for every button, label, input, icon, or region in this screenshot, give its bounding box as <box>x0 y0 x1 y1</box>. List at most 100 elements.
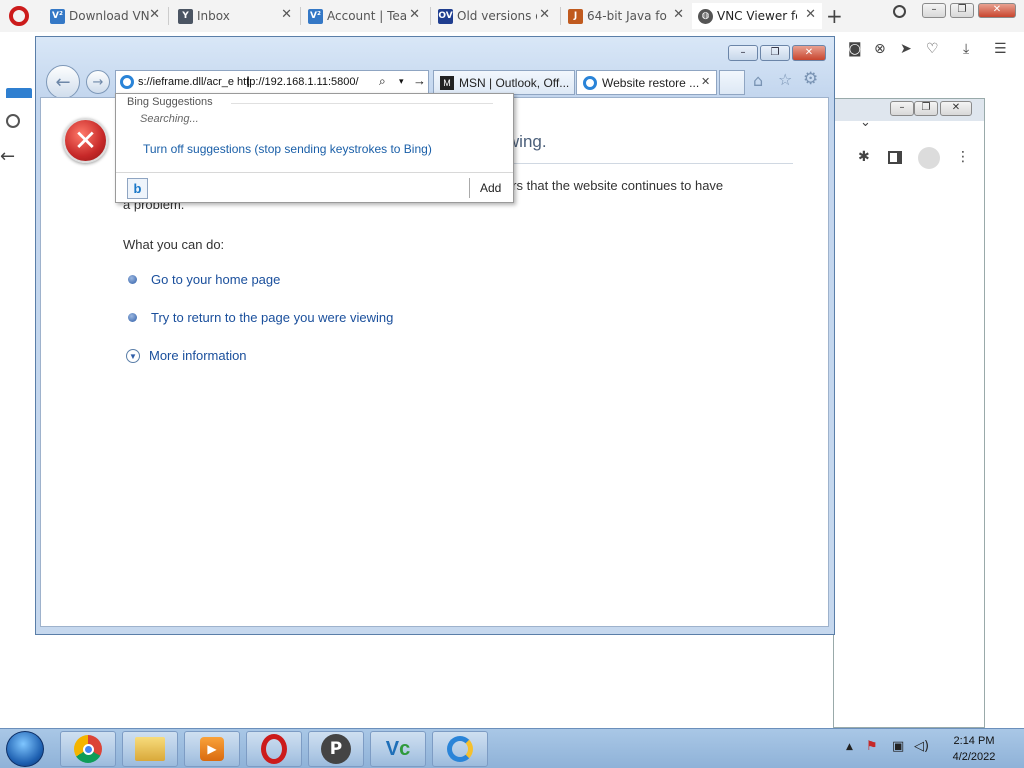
heart-icon[interactable]: ♡ <box>926 41 939 57</box>
show-hidden-icons[interactable]: ▲ <box>846 742 853 752</box>
ie-tab-msn[interactable]: M MSN | Outlook, Off... <box>433 70 575 95</box>
action-center-icon[interactable]: ⚑ <box>866 739 878 754</box>
new-tab-button[interactable]: + <box>826 4 843 28</box>
suggestions-header: Bing Suggestions <box>127 96 213 108</box>
what-you-can-do-heading: What you can do: <box>123 237 225 252</box>
maximize-button[interactable]: ❐ <box>914 101 938 116</box>
opera-tab-vnc-viewer[interactable]: ◍ VNC Viewer fo ✕ <box>692 3 822 29</box>
searching-status: Searching... <box>140 113 199 125</box>
title-divider <box>470 163 793 164</box>
menu-icon[interactable]: ☰ <box>994 41 1007 57</box>
opera-tab-strip: V² Download VNC ✕ Y Inbox ✕ V² Account |… <box>0 0 1024 32</box>
sidebar-toggle-icon[interactable] <box>888 151 902 164</box>
msn-icon: M <box>440 75 454 90</box>
minimize-button[interactable]: – <box>890 101 914 116</box>
address-bar[interactable]: s://ieframe.dll/acr_e http://192.168.1.1… <box>115 70 429 94</box>
add-button[interactable]: Add <box>480 181 501 195</box>
search-tabs-icon[interactable] <box>893 5 906 18</box>
vnc-viewer-icon: Vc <box>385 737 411 760</box>
minimize-button[interactable]: – <box>922 3 946 18</box>
download-icon[interactable]: ⤓ <box>963 41 969 57</box>
opera-toolbar: ◙ ⊗ ➤ ♡ ⤓ ☰ <box>830 32 1024 68</box>
system-clock[interactable]: 2:14 PM 4/2/2022 <box>940 733 1008 765</box>
media-player-icon: ▶ <box>200 737 224 761</box>
block-icon[interactable]: ⊗ <box>874 41 886 57</box>
background-browser-window: – ❐ ✕ ⌄ ✱ ⋮ <box>833 98 985 728</box>
camera-icon[interactable]: ◙ <box>848 41 862 57</box>
dropdown-arrow-icon[interactable]: ▾ <box>399 76 404 87</box>
home-icon[interactable]: ⌂ <box>753 71 763 90</box>
back-button[interactable]: ← <box>46 65 80 99</box>
close-tab-icon[interactable]: ✕ <box>409 7 420 22</box>
ie-minimize-button[interactable]: – <box>728 45 758 61</box>
chrome-icon <box>74 735 102 763</box>
opera-tab-inbox[interactable]: Y Inbox ✕ <box>172 3 298 29</box>
ov-icon: OV <box>438 8 453 24</box>
close-window-button[interactable]: ✕ <box>978 3 1016 18</box>
return-page-link[interactable]: Try to return to the page you were viewi… <box>128 310 393 325</box>
ie-page-icon <box>583 75 597 90</box>
extensions-icon[interactable]: ✱ <box>858 149 870 165</box>
psiphon-icon: P <box>321 734 351 764</box>
java-icon: J <box>568 8 583 24</box>
internet-explorer-icon <box>447 736 473 762</box>
opera-icon <box>261 734 287 764</box>
clock-date: 4/2/2022 <box>952 751 996 763</box>
globe-icon: ◍ <box>698 8 713 24</box>
taskbar: ▶ P Vc ▲ ⚑ ▣ ◁) <box>0 728 1024 768</box>
close-tab-icon[interactable]: ✕ <box>281 7 292 22</box>
favorites-star-icon[interactable]: ☆ <box>778 70 792 89</box>
explorer-taskbar-button[interactable] <box>122 731 178 767</box>
close-tab-icon[interactable]: ✕ <box>539 7 550 22</box>
more-information-link[interactable]: ▼ More information <box>126 348 247 363</box>
go-arrow-icon[interactable]: → <box>413 73 426 88</box>
opera-tab-old-versions[interactable]: OV Old versions of ✕ <box>432 3 556 29</box>
go-home-link[interactable]: Go to your home page <box>128 272 280 287</box>
search-icon[interactable]: ⌕ <box>379 74 386 89</box>
vnc-taskbar-button[interactable]: Vc <box>370 731 426 767</box>
psiphon-taskbar-button[interactable]: P <box>308 731 364 767</box>
ie-taskbar-button[interactable] <box>432 731 488 767</box>
opera-tab-java[interactable]: J 64-bit Java for ✕ <box>562 3 690 29</box>
chevron-down-icon[interactable]: ⌄ <box>860 115 871 130</box>
close-tab-icon[interactable]: ✕ <box>149 7 160 22</box>
ie-maximize-button[interactable]: ❐ <box>760 45 790 61</box>
text-cursor-icon: I <box>246 75 251 91</box>
bullet-icon <box>128 313 137 322</box>
ie-page-icon <box>120 75 134 89</box>
media-player-taskbar-button[interactable]: ▶ <box>184 731 240 767</box>
turn-off-suggestions-link[interactable]: Turn off suggestions (stop sending keyst… <box>143 142 432 156</box>
more-menu-icon[interactable]: ⋮ <box>956 149 970 165</box>
back-arrow-icon[interactable]: ← <box>0 146 15 167</box>
profile-avatar[interactable] <box>918 147 940 169</box>
opera-tab-download-vnc[interactable]: V² Download VNC ✕ <box>44 3 166 29</box>
forward-button[interactable]: → <box>86 70 110 94</box>
bing-logo-icon: b <box>127 178 148 199</box>
opera-tab-account[interactable]: V² Account | Team ✕ <box>302 3 426 29</box>
send-icon[interactable]: ➤ <box>900 41 912 57</box>
bullet-icon <box>128 275 137 284</box>
close-tab-icon[interactable]: ✕ <box>673 7 684 22</box>
sidebar-home-icon[interactable] <box>6 88 32 98</box>
close-tab-icon[interactable]: ✕ <box>701 75 710 88</box>
close-window-button[interactable]: ✕ <box>940 101 972 116</box>
chrome-taskbar-button[interactable] <box>60 731 116 767</box>
close-tab-icon[interactable]: ✕ <box>805 7 816 22</box>
ie-new-tab-area[interactable] <box>719 70 745 95</box>
vnc-icon: V² <box>50 8 65 24</box>
folder-icon <box>135 737 165 761</box>
yahoo-icon: Y <box>178 8 193 24</box>
opera-logo-icon[interactable] <box>9 6 29 26</box>
ie-close-button[interactable]: ✕ <box>792 45 826 61</box>
error-icon: ✕ <box>63 118 108 163</box>
bing-suggestions-dropdown: Bing Suggestions Searching... Turn off s… <box>115 93 514 203</box>
volume-icon[interactable]: ◁) <box>914 739 929 754</box>
vnc-icon: V² <box>308 8 323 24</box>
maximize-button[interactable]: ❐ <box>950 3 974 18</box>
settings-gear-icon[interactable]: ⚙ <box>803 69 818 89</box>
expand-chevron-icon[interactable]: ▼ <box>126 348 140 363</box>
network-icon[interactable]: ▣ <box>892 739 904 754</box>
opera-taskbar-button[interactable] <box>246 731 302 767</box>
start-button[interactable] <box>6 731 44 767</box>
ie-tab-website-restore[interactable]: Website restore ... ✕ <box>576 70 717 95</box>
